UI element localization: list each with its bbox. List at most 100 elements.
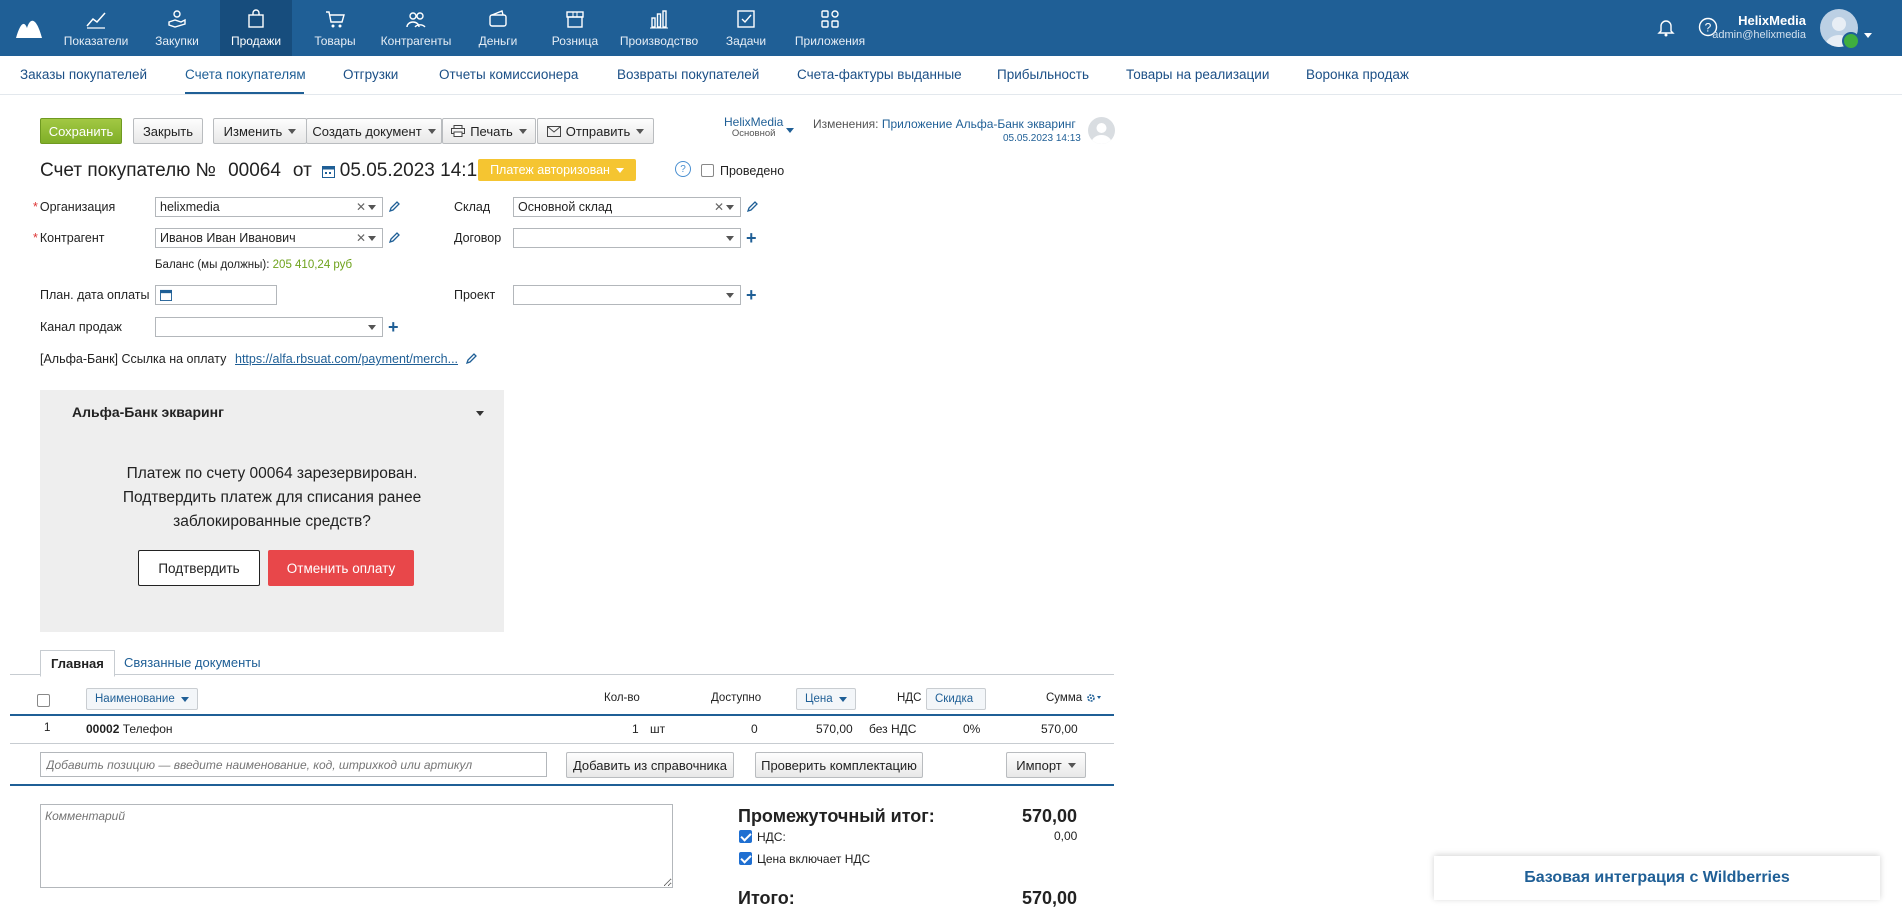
status-badge[interactable]: Платеж авторизован [478, 159, 636, 181]
price-column-header[interactable]: Цена [796, 688, 856, 710]
balance-info: Баланс (мы должны): 205 410,24 руб [155, 259, 352, 271]
store-icon [566, 11, 584, 28]
import-label: Импорт [1016, 757, 1062, 773]
subnav-invoices-issued[interactable]: Счета-фактуры выданные [797, 67, 962, 82]
doc-date[interactable]: 05.05.2023 14:12 [340, 160, 488, 182]
vat-checkbox[interactable] [739, 830, 752, 843]
chevron-down-icon[interactable] [726, 236, 734, 241]
project-field[interactable] [513, 285, 741, 305]
contract-field[interactable] [513, 228, 741, 248]
print-dropdown-button[interactable]: Печать [442, 118, 536, 144]
confirm-payment-button[interactable]: Подтвердить [138, 550, 260, 586]
plan-date-field[interactable] [155, 285, 277, 305]
add-icon[interactable]: + [746, 229, 757, 247]
chevron-down-icon[interactable] [1858, 26, 1872, 41]
logo-icon[interactable] [14, 14, 44, 40]
warehouse-field[interactable]: Основной склад ✕ [513, 197, 741, 217]
edit-pencil-icon[interactable] [465, 353, 477, 365]
create-doc-label: Создать документ [312, 123, 422, 139]
nav-item-products[interactable]: Товары [306, 0, 364, 56]
edit-pencil-icon[interactable] [388, 232, 400, 244]
subnav-sales-funnel[interactable]: Воронка продаж [1306, 67, 1409, 82]
organization-label-text: Организация [39, 200, 116, 214]
counterparty-field[interactable]: Иванов Иван Иванович ✕ [155, 228, 383, 248]
chevron-down-icon[interactable] [368, 325, 376, 330]
cart-icon [326, 11, 345, 28]
nav-item-tasks[interactable]: Задачи [718, 0, 774, 56]
vat-value: 0,00 [1054, 829, 1078, 843]
posted-checkbox[interactable] [701, 164, 714, 177]
counterparty-label-text: Контрагент [39, 231, 105, 245]
nav-item-retail[interactable]: Розница [544, 0, 606, 56]
vat-column-header: НДС [897, 692, 922, 704]
create-document-dropdown-button[interactable]: Создать документ [306, 118, 442, 144]
add-icon[interactable]: + [746, 286, 757, 304]
subnav-customer-invoices[interactable]: Счета покупателям [185, 67, 306, 82]
row-vat[interactable]: без НДС [869, 722, 916, 736]
nav-item-production[interactable]: Производство [618, 0, 700, 56]
bell-icon[interactable] [1656, 17, 1676, 37]
comment-field[interactable] [40, 804, 673, 888]
nav-item-sales[interactable]: Продажи [220, 0, 292, 56]
nav-item-label: Розница [551, 34, 599, 48]
add-icon[interactable]: + [388, 318, 399, 336]
changes-link[interactable]: Приложение Альфа-Банк экваринг [882, 117, 1076, 131]
row-name[interactable]: 00002 Телефон [86, 722, 173, 736]
row-qty[interactable]: 1 [632, 722, 639, 736]
row-price[interactable]: 570,00 [816, 722, 853, 736]
doc-number[interactable]: 00064 [228, 160, 281, 182]
price-includes-vat-checkbox[interactable] [739, 852, 752, 865]
subnav-customer-returns[interactable]: Возвраты покупателей [617, 67, 759, 82]
owner-selector[interactable]: HelixMedia Основной [724, 116, 783, 140]
user-menu[interactable]: HelixMedia admin@helixmedia [1712, 14, 1806, 42]
chevron-down-icon[interactable] [368, 205, 376, 210]
subnav-consignment-goods[interactable]: Товары на реализации [1126, 67, 1269, 82]
chevron-down-icon[interactable] [368, 236, 376, 241]
tabs-divider [10, 674, 1114, 675]
tab-related-documents[interactable]: Связанные документы [124, 655, 261, 670]
add-from-catalog-button[interactable]: Добавить из справочника [566, 752, 734, 778]
subnav-shipments[interactable]: Отгрузки [343, 67, 398, 82]
user-avatar-icon [1091, 123, 1112, 144]
close-button[interactable]: Закрыть [133, 118, 203, 144]
discount-column-header[interactable]: Скидка [926, 688, 986, 710]
wildberries-promo-banner[interactable]: Базовая интеграция с Wildberries [1434, 856, 1880, 900]
organization-field[interactable]: helixmedia ✕ [155, 197, 383, 217]
change-dropdown-button[interactable]: Изменить [213, 118, 307, 144]
subnav-profitability[interactable]: Прибыльность [997, 67, 1089, 82]
clear-icon[interactable]: ✕ [356, 200, 366, 214]
select-all-checkbox[interactable] [37, 694, 50, 707]
name-column-header[interactable]: Наименование [86, 688, 198, 710]
chevron-down-icon[interactable] [726, 293, 734, 298]
clear-icon[interactable]: ✕ [356, 231, 366, 245]
nav-item-label: Показатели [63, 34, 129, 48]
nav-item-counterparties[interactable]: Контрагенты [376, 0, 456, 56]
save-button[interactable]: Сохранить [40, 118, 122, 144]
add-position-input[interactable] [40, 752, 547, 777]
send-dropdown-button[interactable]: Отправить [537, 118, 654, 144]
row-discount[interactable]: 0% [963, 722, 980, 736]
gear-icon[interactable] [1086, 693, 1102, 703]
calendar-icon[interactable] [321, 165, 335, 178]
calendar-icon[interactable] [160, 289, 172, 301]
check-kit-button[interactable]: Проверить комплектацию [755, 752, 923, 778]
nav-item-purchases[interactable]: Закупки [146, 0, 208, 56]
nav-item-apps[interactable]: Приложения [790, 0, 870, 56]
import-dropdown-button[interactable]: Импорт [1006, 752, 1086, 778]
payment-link[interactable]: https://alfa.rbsuat.com/payment/merch... [235, 352, 458, 366]
edit-pencil-icon[interactable] [388, 201, 400, 213]
nav-item-indicators[interactable]: Показатели [58, 0, 134, 56]
help-icon[interactable]: ? [675, 161, 691, 177]
subnav-customer-orders[interactable]: Заказы покупателей [20, 67, 147, 82]
chevron-down-icon[interactable] [786, 128, 794, 133]
clear-icon[interactable]: ✕ [714, 200, 724, 214]
chevron-down-icon[interactable] [726, 205, 734, 210]
subnav-commission-reports[interactable]: Отчеты комиссионера [439, 67, 578, 82]
chevron-down-icon [1067, 762, 1076, 768]
sales-channel-field[interactable] [155, 317, 383, 337]
nav-item-money[interactable]: Деньги [470, 0, 526, 56]
cancel-payment-button[interactable]: Отменить оплату [268, 550, 414, 586]
chevron-down-icon[interactable] [476, 411, 484, 416]
tab-main[interactable]: Главная [40, 650, 115, 677]
edit-pencil-icon[interactable] [746, 201, 758, 213]
